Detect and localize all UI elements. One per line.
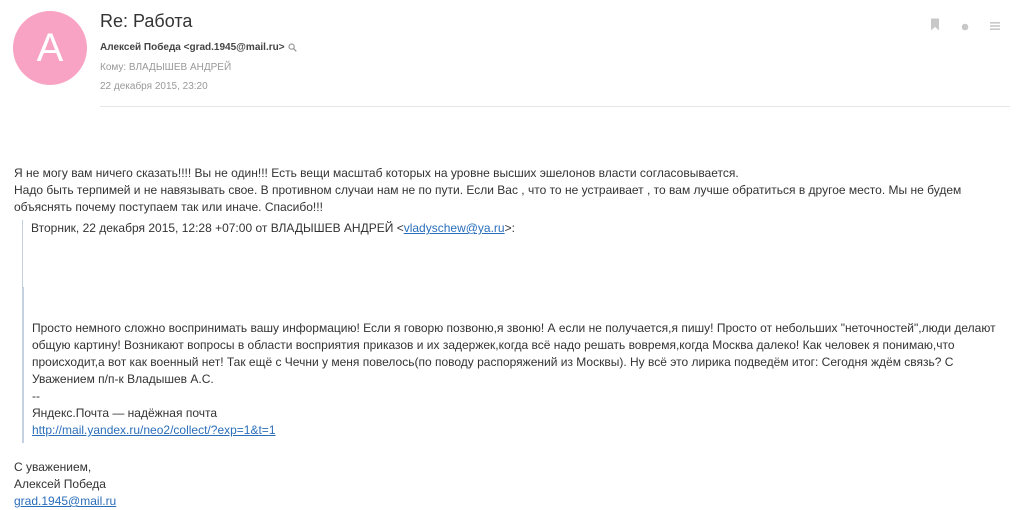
sender[interactable]: Алексей Победа <grad.1945@mail.ru> bbox=[100, 42, 297, 53]
message-body: Я не могу вам ничего сказать!!!! Вы не о… bbox=[14, 165, 1014, 216]
bookmark-icon bbox=[930, 18, 940, 36]
quote-sig-separator: -- bbox=[32, 389, 40, 403]
menu-button[interactable] bbox=[980, 19, 1010, 35]
dot-icon bbox=[961, 18, 969, 36]
avatar-letter: A bbox=[36, 25, 64, 70]
menu-icon bbox=[990, 18, 1000, 36]
quote-header-suffix: >: bbox=[504, 221, 515, 235]
signature: С уважением, Алексей Победа grad.1945@ma… bbox=[14, 459, 116, 510]
signature-greeting: С уважением, bbox=[14, 460, 92, 474]
quote-sig-text: Яндекс.Почта — надёжная почта bbox=[32, 406, 218, 420]
quoted-message: Вторник, 22 декабря 2015, 12:28 +07:00 о… bbox=[22, 220, 1016, 443]
bookmark-button[interactable] bbox=[920, 18, 950, 36]
message-line: Надо быть терпимей и не навязывать свое.… bbox=[14, 183, 962, 214]
quote-sig-link[interactable]: http://mail.yandex.ru/neo2/collect/?exp=… bbox=[32, 423, 276, 437]
header-divider bbox=[100, 106, 1010, 107]
search-icon[interactable] bbox=[287, 43, 297, 52]
message-subject: Re: Работа bbox=[100, 11, 193, 31]
quote-body: Просто немного сложно воспринимать вашу … bbox=[32, 321, 996, 386]
quote-inner: Просто немного сложно воспринимать вашу … bbox=[23, 287, 1016, 443]
recipient: Кому: ВЛАДЫШЕВ АНДРЕЙ bbox=[100, 62, 232, 73]
quote-header-text: Вторник, 22 декабря 2015, 12:28 +07:00 о… bbox=[31, 221, 404, 235]
quote-header: Вторник, 22 декабря 2015, 12:28 +07:00 о… bbox=[31, 220, 1016, 237]
quote-sender-email-link[interactable]: vladyschew@ya.ru bbox=[404, 221, 505, 235]
avatar: A bbox=[13, 11, 87, 85]
message-date: 22 декабря 2015, 23:20 bbox=[100, 81, 208, 92]
sender-name[interactable]: Алексей Победа <grad.1945@mail.ru> bbox=[100, 42, 285, 53]
message-line: Я не могу вам ничего сказать!!!! Вы не о… bbox=[14, 166, 739, 180]
status-dot-button[interactable] bbox=[950, 19, 980, 35]
message-actions bbox=[920, 18, 1010, 36]
signature-email-link[interactable]: grad.1945@mail.ru bbox=[14, 494, 116, 508]
signature-name: Алексей Победа bbox=[14, 477, 106, 491]
